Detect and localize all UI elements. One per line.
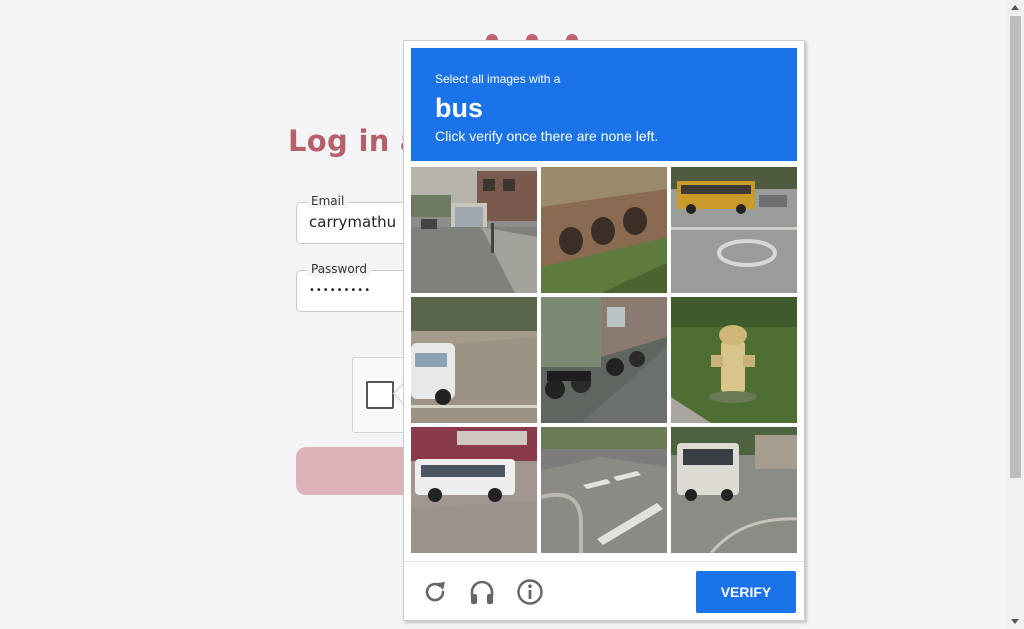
image-tile-4[interactable] <box>411 297 537 423</box>
image-tile-9[interactable] <box>671 427 797 553</box>
page-scrollbar[interactable] <box>1007 0 1024 629</box>
scroll-up-icon[interactable] <box>1011 5 1019 10</box>
image-grid <box>411 167 797 553</box>
target-object: bus <box>435 93 484 123</box>
password-label: Password <box>307 262 372 276</box>
image-tile-7[interactable] <box>411 427 537 553</box>
captcha-footer: VERIFY <box>404 561 804 621</box>
scroll-down-icon[interactable] <box>1011 619 1019 624</box>
email-label: Email <box>307 194 349 208</box>
image-tile-3[interactable] <box>671 167 797 293</box>
instruction-text: Select all images with a <box>435 72 561 86</box>
image-tile-2[interactable] <box>541 167 667 293</box>
image-tile-1[interactable] <box>411 167 537 293</box>
instruction-subtext: Click verify once there are none left. <box>435 128 659 144</box>
image-tile-6[interactable] <box>671 297 797 423</box>
captcha-header: Select all images with a bus Click verif… <box>411 48 797 161</box>
verify-button[interactable]: VERIFY <box>696 571 796 613</box>
scroll-thumb[interactable] <box>1010 16 1021 478</box>
image-tile-5[interactable] <box>541 297 667 423</box>
headphones-icon[interactable] <box>468 578 496 606</box>
captcha-challenge: Select all images with a bus Click verif… <box>403 40 805 621</box>
recaptcha-checkbox[interactable] <box>366 381 394 409</box>
reload-icon[interactable] <box>421 578 449 606</box>
info-icon[interactable] <box>516 578 544 606</box>
page-title: Log in a <box>288 124 420 158</box>
image-tile-8[interactable] <box>541 427 667 553</box>
